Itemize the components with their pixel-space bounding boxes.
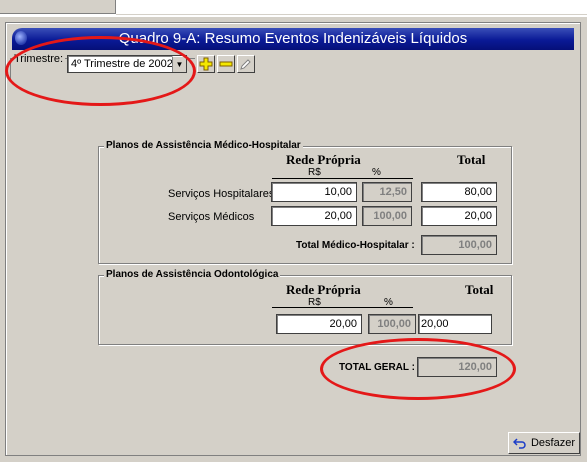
row-label-servicos-medicos: Serviços Médicos : — [168, 211, 276, 223]
servicos-medicos-rs-input[interactable]: 20,00 — [271, 206, 357, 226]
remove-button[interactable] — [217, 55, 235, 73]
pencil-icon — [240, 59, 251, 70]
trimestre-select[interactable]: 4º Trimestre de 2002 ▼ — [67, 55, 187, 73]
undo-icon — [512, 438, 526, 449]
medico-header-rule — [272, 178, 413, 179]
chevron-down-icon[interactable]: ▼ — [172, 56, 186, 72]
form-title-bar: Quadro 9-A: Resumo Eventos Indenizáveis … — [12, 28, 574, 50]
servicos-medicos-total-input[interactable]: 20,00 — [421, 206, 497, 226]
add-button[interactable] — [197, 55, 215, 73]
tab-strip — [0, 0, 587, 16]
servicos-hospitalares-pct-field: 12,50 — [362, 182, 412, 202]
odonto-rs-input[interactable]: 20,00 — [276, 314, 362, 334]
plus-icon — [199, 57, 213, 71]
medico-col-total: Total — [457, 152, 486, 167]
total-geral-field: 120,00 — [417, 357, 497, 377]
odonto-pct-field: 100,00 — [368, 314, 416, 334]
title-gloss-icon — [15, 31, 27, 45]
medico-col-rede-propria: Rede Própria — [286, 152, 361, 167]
servicos-medicos-pct-field: 100,00 — [362, 206, 412, 226]
tab-strip-line — [116, 14, 587, 15]
total-medico-hospitalar-label: Total Médico-Hospitalar : — [296, 240, 415, 251]
row-label-servicos-hospitalares: Serviços Hospitalares : — [168, 188, 281, 200]
odonto-total-input[interactable]: 20,00 — [418, 314, 492, 334]
odonto-col-rede-propria: Rede Própria — [286, 282, 361, 297]
undo-label: Desfazer — [530, 437, 576, 449]
total-geral-label: TOTAL GERAL : — [339, 362, 415, 373]
tab-active[interactable] — [0, 0, 116, 14]
odonto-header-rule — [272, 307, 413, 308]
medico-group-title: Planos de Assistência Médico-Hospitalar — [104, 140, 303, 151]
trimestre-selected-value: 4º Trimestre de 2002 — [71, 58, 173, 70]
medico-sub-pct: % — [372, 167, 381, 178]
minus-icon — [219, 61, 233, 67]
medico-sub-rs: R$ — [308, 167, 321, 178]
servicos-hospitalares-total-input[interactable]: 80,00 — [421, 182, 497, 202]
trimestre-label: Trimestre: — [12, 53, 66, 65]
edit-button[interactable] — [237, 55, 255, 73]
odonto-group-title: Planos de Assistência Odontológica — [104, 269, 281, 280]
servicos-hospitalares-rs-input[interactable]: 10,00 — [271, 182, 357, 202]
undo-button[interactable]: Desfazer — [508, 432, 580, 454]
total-medico-hospitalar-field: 100,00 — [421, 235, 497, 255]
page-title: Quadro 9-A: Resumo Eventos Indenizáveis … — [118, 30, 468, 47]
odonto-col-total: Total — [465, 282, 494, 297]
